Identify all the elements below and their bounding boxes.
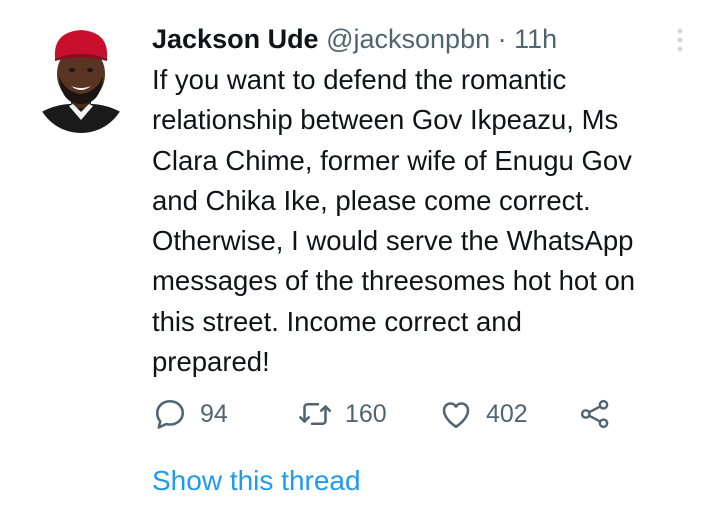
reply-icon (155, 399, 185, 429)
avatar[interactable] (35, 24, 127, 134)
more-options-button[interactable] (672, 26, 688, 54)
tweet-text-line: and Chika Ike, please come correct. (152, 184, 591, 216)
tweet-header: Jackson Ude @jacksonpbn · 11h (152, 22, 692, 56)
retweet-button[interactable]: 160 (297, 392, 387, 436)
tweet-text-line: If you want to defend the romantic (152, 64, 567, 95)
like-icon (442, 402, 470, 429)
author-name[interactable]: Jackson Ude (152, 24, 319, 54)
avatar-image (35, 30, 127, 133)
header-separator: · (497, 24, 507, 54)
share-button[interactable] (578, 392, 612, 436)
reply-count: 94 (200, 399, 228, 428)
reply-button[interactable]: 94 (152, 392, 228, 436)
like-count: 402 (486, 399, 528, 428)
retweet-count: 160 (345, 399, 387, 428)
tweet-text: If you want to defend the romantic relat… (152, 60, 712, 382)
tweet-text-line: Otherwise, I would serve the WhatsApp (152, 225, 634, 257)
share-icon (580, 399, 609, 429)
show-thread-link[interactable]: Show this thread (152, 462, 361, 500)
tweet-text-line: Clara Chime, former wife of Enugu Gov (152, 144, 632, 176)
like-button[interactable]: 402 (438, 392, 528, 436)
tweet-text-line: messages of the threesomes hot hot on (152, 265, 636, 297)
author-handle[interactable]: @jacksonpbn (326, 24, 490, 54)
tweet-text-line: this street. Income correct and (152, 305, 522, 337)
tweet-text-line: relationship between Gov Ikpeazu, Ms (152, 104, 619, 136)
more-icon (677, 28, 683, 52)
tweet-actions: 94 160 402 (152, 392, 632, 436)
tweet-text-line: prepared! (152, 346, 270, 378)
tweet-timestamp[interactable]: 11h (514, 24, 557, 54)
retweet-icon (299, 402, 331, 426)
